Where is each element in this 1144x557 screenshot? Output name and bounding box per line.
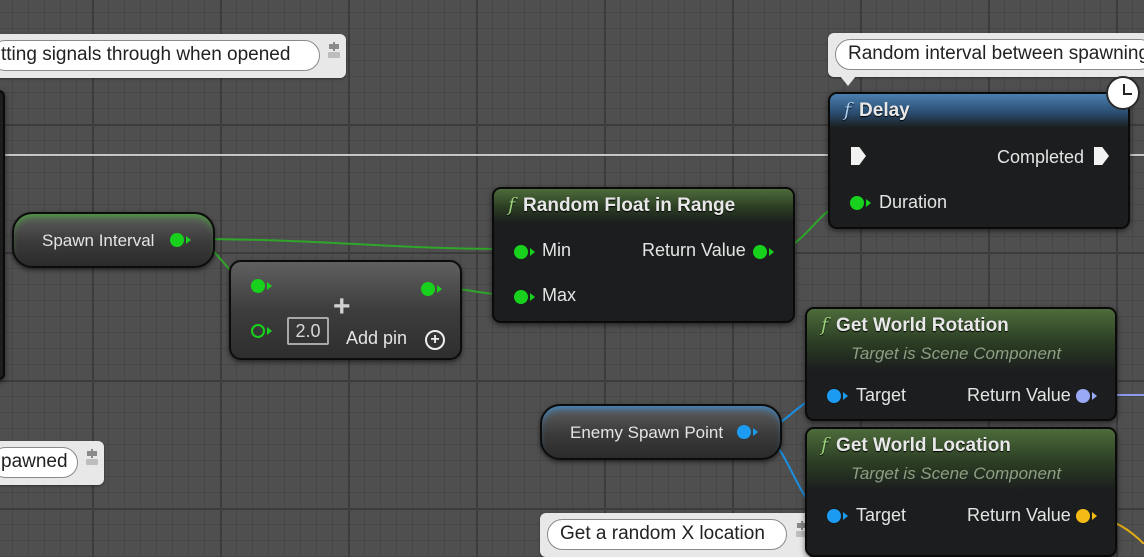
- duration-input-pin[interactable]: [850, 196, 864, 210]
- pin-arrow-icon: [186, 236, 191, 244]
- comment-text-bottom-left[interactable]: pawned: [0, 447, 78, 478]
- rotator-output-pin[interactable]: [1076, 389, 1090, 403]
- random-float-in-range-node[interactable]: f Random Float in Range Min Max Return Va…: [492, 187, 795, 323]
- pin-arrow-icon: [753, 428, 758, 436]
- completed-exec-output-pin[interactable]: [1094, 147, 1109, 165]
- random-float-title: Random Float in Range: [523, 195, 736, 216]
- target-label: Target: [856, 385, 907, 405]
- enemy-spawn-point-variable-node[interactable]: Enemy Spawn Point: [540, 404, 782, 460]
- exec-input-pin[interactable]: [851, 147, 866, 165]
- pin-arrow-icon: [843, 512, 848, 520]
- pin-arrow-icon: [530, 293, 535, 301]
- target-input-pin[interactable]: [827, 509, 841, 523]
- delay-header: f Delay: [830, 94, 1128, 128]
- get-world-rotation-subtitle: Target is Scene Component: [851, 344, 1062, 363]
- pin-arrow-icon: [267, 327, 272, 335]
- min-input-pin[interactable]: [514, 245, 528, 259]
- return-value-output-pin[interactable]: [753, 245, 767, 259]
- add-output-pin[interactable]: [421, 282, 435, 296]
- pin-arrow-icon: [530, 248, 535, 256]
- clock-icon: [1106, 76, 1140, 110]
- completed-label: Completed: [997, 147, 1085, 167]
- target-label: Target: [856, 505, 907, 525]
- pin-arrow-icon: [843, 392, 848, 400]
- add-pin-label[interactable]: Add pin: [346, 328, 407, 349]
- comment-bubble-top-left: tting signals through when opened: [0, 34, 346, 78]
- pin-arrow-icon: [267, 282, 272, 290]
- pin-arrow-icon: [769, 248, 774, 256]
- function-icon: f: [821, 434, 829, 456]
- duration-label: Duration: [879, 192, 948, 212]
- pin-arrow-icon: [866, 199, 871, 207]
- comment-pin-icon[interactable]: [85, 446, 99, 466]
- comment-text-bottom-mid[interactable]: Get a random X location: [547, 519, 787, 550]
- comment-text-top-left[interactable]: tting signals through when opened: [0, 40, 320, 71]
- spawn-interval-output-pin[interactable]: [170, 233, 184, 247]
- return-value-label: Return Value: [967, 505, 1071, 525]
- return-value-label: Return Value: [967, 385, 1071, 405]
- add-input-b-pin[interactable]: [251, 324, 265, 338]
- offscreen-node-edge: [0, 90, 5, 380]
- comment-pointer: [840, 76, 856, 86]
- pin-arrow-icon: [1092, 512, 1097, 520]
- get-world-location-title: Get World Location: [836, 435, 1011, 456]
- get-world-rotation-title: Get World Rotation: [836, 315, 1009, 336]
- pin-arrow-icon: [1092, 392, 1097, 400]
- pin-arrow-icon: [437, 285, 442, 293]
- get-world-rotation-node[interactable]: f Get World Rotation Target is Scene Comp…: [805, 307, 1117, 421]
- max-input-pin[interactable]: [514, 290, 528, 304]
- get-world-location-subtitle: Target is Scene Component: [851, 464, 1062, 483]
- spawn-interval-variable-node[interactable]: Spawn Interval: [12, 212, 215, 268]
- comment-bubble-top-right: Random interval between spawning: [828, 33, 1144, 77]
- return-value-label: Return Value: [642, 240, 746, 260]
- comment-pin-icon[interactable]: [327, 39, 341, 59]
- random-float-header: f Random Float in Range: [494, 189, 793, 223]
- float-wire-spawn-to-min: [187, 238, 519, 250]
- max-label: Max: [542, 285, 577, 305]
- function-icon: f: [844, 99, 852, 121]
- get-world-location-node[interactable]: f Get World Location Target is Scene Comp…: [805, 427, 1117, 557]
- enemy-spawn-point-label: Enemy Spawn Point: [570, 423, 724, 442]
- function-icon: f: [508, 194, 516, 216]
- function-icon: f: [821, 314, 829, 336]
- comment-bubble-bottom-left: pawned: [0, 441, 104, 485]
- delay-title: Delay: [859, 100, 910, 121]
- add-input-a-pin[interactable]: [251, 279, 265, 293]
- min-label: Min: [542, 240, 572, 260]
- target-input-pin[interactable]: [827, 389, 841, 403]
- add-plus-icon: +: [333, 290, 351, 323]
- spawn-interval-label: Spawn Interval: [42, 231, 155, 250]
- add-pin-icon[interactable]: +: [425, 330, 445, 350]
- add-float-node[interactable]: 2.0 + Add pin +: [229, 260, 462, 360]
- enemy-spawn-point-output-pin[interactable]: [737, 425, 751, 439]
- comment-text-top-right[interactable]: Random interval between spawning: [835, 39, 1144, 70]
- delay-node[interactable]: f Delay Completed Duration: [828, 92, 1130, 229]
- add-input-b-value[interactable]: 2.0: [287, 317, 329, 345]
- vector-output-pin[interactable]: [1076, 509, 1090, 523]
- comment-bubble-bottom-mid: Get a random X location: [540, 513, 814, 557]
